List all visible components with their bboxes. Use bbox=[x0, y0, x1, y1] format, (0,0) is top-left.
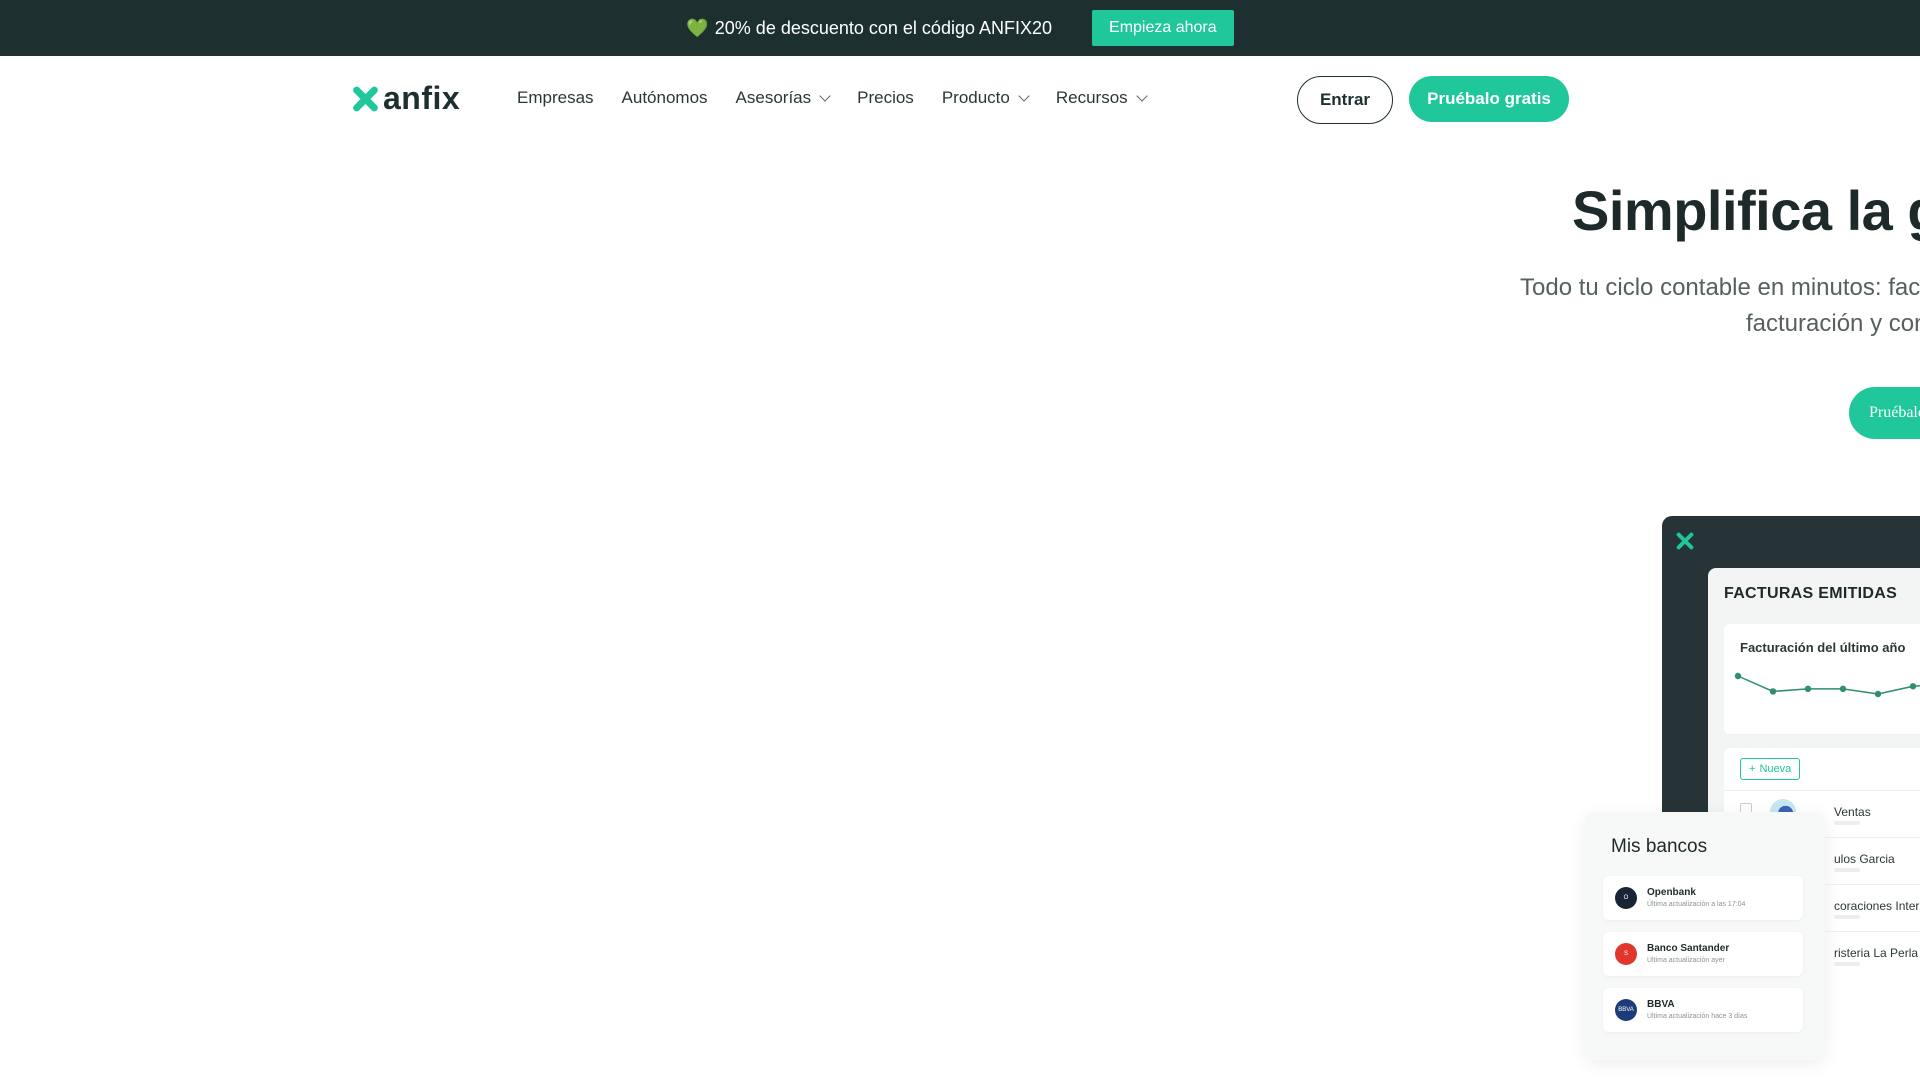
hero-subtitle-line-2: facturación y con bbox=[1746, 310, 1920, 337]
banks-card: Mis bancos O Openbank Última actualizaci… bbox=[1585, 812, 1825, 1060]
bank-item-santander[interactable]: S Banco Santander Última actualización a… bbox=[1603, 932, 1803, 976]
bank-item-openbank[interactable]: O Openbank Última actualización a las 17… bbox=[1603, 876, 1803, 920]
hero-title: Simplifica la g bbox=[1572, 179, 1920, 242]
new-invoice-button[interactable]: + Nueva bbox=[1740, 758, 1801, 780]
chevron-down-icon bbox=[1136, 90, 1148, 102]
bbva-logo-icon: BBVA bbox=[1615, 999, 1637, 1021]
hero-subtitle-line-1: Todo tu ciclo contable en minutos: fact bbox=[1520, 274, 1920, 301]
anfix-logo[interactable]: anfix bbox=[351, 80, 460, 117]
try-free-button[interactable]: Pruébalo gratis bbox=[1409, 76, 1569, 122]
anfix-x-icon bbox=[351, 84, 380, 113]
nav-menu: Empresas Autónomos Asesorías Precios Pro… bbox=[517, 56, 1148, 140]
promo-message: 💚 20% de descuento con el código ANFIX20 bbox=[686, 18, 1052, 39]
promo-bar: 💚 20% de descuento con el código ANFIX20… bbox=[0, 0, 1920, 56]
plus-icon: + bbox=[1749, 763, 1756, 775]
data-point bbox=[1839, 685, 1847, 693]
login-button[interactable]: Entrar bbox=[1297, 76, 1393, 124]
hero-cta-button[interactable]: Pruébalo bbox=[1849, 387, 1920, 439]
data-point bbox=[1734, 672, 1742, 680]
anfix-x-icon bbox=[1675, 531, 1695, 551]
nav-item-asesorias[interactable]: Asesorías bbox=[736, 88, 831, 108]
billing-chart-card: Facturación del último año bbox=[1724, 624, 1920, 734]
data-point bbox=[1804, 685, 1812, 693]
chevron-down-icon bbox=[1018, 90, 1030, 102]
chart-title: Facturación del último año bbox=[1740, 640, 1906, 655]
nav-item-empresas[interactable]: Empresas bbox=[517, 88, 594, 108]
billing-line-chart bbox=[1734, 672, 1920, 698]
heart-icon: 💚 bbox=[686, 17, 709, 38]
bank-item-bbva[interactable]: BBVA BBVA Última actualización hace 3 dí… bbox=[1603, 988, 1803, 1032]
logo-wordmark: anfix bbox=[383, 80, 461, 116]
chevron-down-icon bbox=[819, 90, 831, 102]
panel-title: FACTURAS EMITIDAS bbox=[1724, 585, 1898, 602]
data-point bbox=[1874, 690, 1882, 698]
nav-item-autonomos[interactable]: Autónomos bbox=[622, 88, 708, 108]
nav-item-recursos[interactable]: Recursos bbox=[1056, 88, 1148, 108]
banks-title: Mis bancos bbox=[1611, 836, 1708, 857]
promo-text: 20% de descuento con el código ANFIX20 bbox=[714, 17, 1053, 38]
data-point bbox=[1909, 683, 1917, 690]
nav-item-precios[interactable]: Precios bbox=[857, 88, 914, 108]
santander-logo-icon: S bbox=[1615, 943, 1637, 965]
nav-item-producto[interactable]: Producto bbox=[942, 88, 1030, 108]
openbank-logo-icon: O bbox=[1615, 887, 1637, 909]
data-point bbox=[1769, 688, 1777, 695]
main-nav: anfix Empresas Autónomos Asesorías Preci… bbox=[0, 56, 1920, 140]
promo-cta-button[interactable]: Empieza ahora bbox=[1092, 10, 1234, 46]
series-line bbox=[1737, 675, 1920, 695]
